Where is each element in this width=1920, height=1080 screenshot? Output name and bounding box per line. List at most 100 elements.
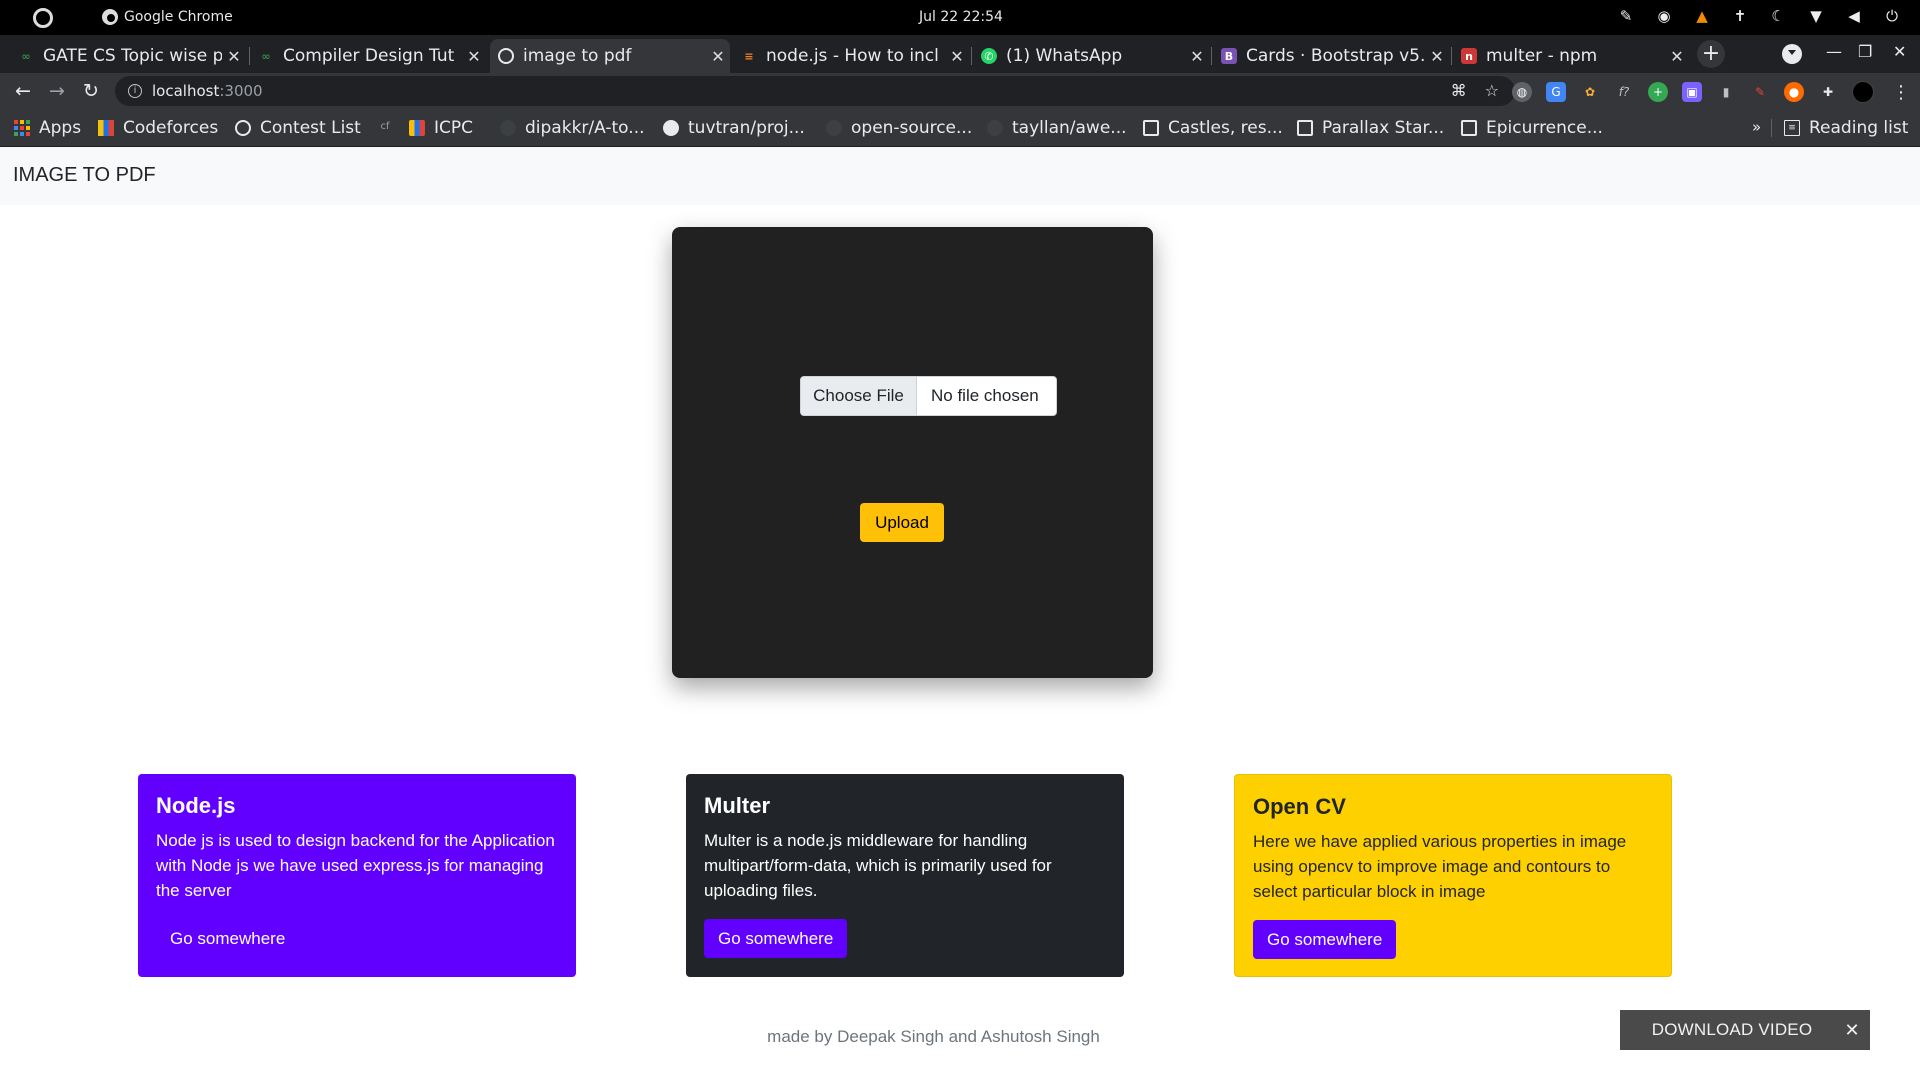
color-picker-extension-icon[interactable]: ✿: [1580, 82, 1600, 102]
translate-icon[interactable]: ⌘: [1451, 81, 1467, 100]
card-multer: Multer Multer is a node.js middleware fo…: [686, 774, 1124, 977]
bookmark-parallax[interactable]: Parallax Star...: [1297, 118, 1444, 138]
tab-search-button[interactable]: [1782, 44, 1802, 64]
stackoverflow-icon: ≡: [744, 49, 754, 63]
tab-bootstrap-cards[interactable]: B Cards · Bootstrap v5. ✕: [1213, 39, 1449, 73]
accessibility-icon[interactable]: ✝: [1730, 7, 1750, 25]
minimize-button[interactable]: —: [1826, 42, 1842, 61]
night-light-icon[interactable]: ☾: [1768, 7, 1788, 25]
notion-extension-icon[interactable]: ▣: [1682, 82, 1702, 102]
active-app-name: Google Chrome: [124, 9, 233, 25]
close-icon[interactable]: ✕: [1834, 1020, 1870, 1041]
github-icon: [826, 120, 842, 136]
new-tab-button[interactable]: +: [1697, 40, 1725, 68]
activities-icon[interactable]: [33, 8, 53, 28]
wifi-icon[interactable]: ▼: [1806, 7, 1826, 25]
bookmark-open-source[interactable]: open-source...: [826, 118, 972, 138]
cf-small-icon: cf: [380, 120, 390, 132]
volume-icon[interactable]: ◀: [1844, 7, 1864, 25]
go-somewhere-link[interactable]: Go somewhere: [156, 919, 299, 958]
download-video-button[interactable]: DOWNLOAD VIDEO: [1620, 1020, 1834, 1040]
stats-extension-icon[interactable]: ▮: [1716, 82, 1736, 102]
whatsapp-icon: ✆: [981, 48, 997, 64]
bookmark-contest-list[interactable]: Contest List: [235, 118, 361, 138]
formula-extension-icon[interactable]: f?: [1614, 82, 1634, 102]
power-icon[interactable]: ⏻: [1882, 7, 1902, 25]
add-extension-icon[interactable]: +: [1648, 82, 1668, 102]
fire-extension-icon[interactable]: ●: [1784, 82, 1804, 102]
vpn-extension-icon[interactable]: ◍: [1512, 82, 1532, 102]
os-top-bar: Google Chrome Jul 22 22:54 ✎ ◉ ▲ ✝ ☾ ▼ ◀…: [0, 0, 1920, 35]
close-icon[interactable]: ✕: [222, 47, 246, 66]
card-title: Node.js: [156, 793, 236, 818]
bookmark-epicurrence[interactable]: Epicurrence...: [1461, 118, 1603, 138]
upload-button[interactable]: Upload: [860, 503, 944, 542]
system-tray[interactable]: ✎ ◉ ▲ ✝ ☾ ▼ ◀ ⏻: [1616, 7, 1902, 25]
paperclip-icon[interactable]: ✎: [1616, 7, 1636, 25]
bookmarks-bar: Apps Codeforces Contest List cf ICPC dip…: [0, 109, 1920, 147]
close-icon[interactable]: ✕: [1425, 47, 1449, 66]
close-icon[interactable]: ✕: [945, 47, 969, 66]
reading-list-button[interactable]: ≡ Reading list: [1784, 118, 1908, 138]
bookmark-icpc[interactable]: ICPC: [409, 118, 473, 138]
icpc-icon: [409, 120, 425, 136]
address-bar[interactable]: i localhost :3000 ⌘ ☆: [115, 76, 1515, 106]
bookmarks-overflow-button[interactable]: »: [1752, 118, 1761, 136]
site-navbar: IMAGE TO PDF: [0, 147, 1920, 205]
card-text: Multer is a node.js middleware for handl…: [704, 831, 1052, 900]
system-clock[interactable]: Jul 22 22:54: [919, 9, 1003, 25]
pen-extension-icon[interactable]: ✎: [1750, 82, 1770, 102]
bookmark-tuvtran[interactable]: tuvtran/proj...: [663, 118, 805, 138]
tab-image-to-pdf[interactable]: image to pdf ✕: [490, 39, 730, 73]
globe-icon: [498, 48, 514, 64]
tab-multer-npm[interactable]: n multer - npm ✕: [1453, 39, 1689, 73]
extensions-puzzle-icon[interactable]: ✚: [1818, 82, 1838, 102]
apps-grid-icon: [14, 120, 30, 136]
card-title: Open CV: [1253, 794, 1346, 819]
chrome-menu-icon[interactable]: ⋮: [1892, 82, 1910, 103]
navbar-brand[interactable]: IMAGE TO PDF: [13, 164, 156, 187]
file-input[interactable]: Choose File No file chosen: [800, 376, 1057, 416]
window-close-button[interactable]: ✕: [1893, 42, 1906, 61]
screen-record-icon[interactable]: ◉: [1654, 7, 1674, 25]
close-icon[interactable]: ✕: [706, 47, 730, 66]
tab-gate-cs[interactable]: ∞ GATE CS Topic wise p ✕: [10, 39, 246, 73]
choose-file-button[interactable]: Choose File: [801, 377, 917, 415]
google-translate-extension-icon[interactable]: G: [1546, 82, 1566, 102]
back-button[interactable]: ←: [11, 79, 35, 103]
profile-avatar[interactable]: [1852, 81, 1874, 103]
gfg-icon: ∞: [21, 49, 31, 63]
upload-card: Choose File No file chosen Upload: [672, 227, 1153, 678]
forward-button[interactable]: →: [45, 79, 69, 103]
reload-button[interactable]: ↻: [79, 79, 103, 103]
tab-nodejs-stackoverflow[interactable]: ≡ node.js - How to incl ✕: [733, 39, 969, 73]
page-content: IMAGE TO PDF Choose File No file chosen …: [0, 147, 1920, 1080]
bookmark-star-icon[interactable]: ☆: [1485, 81, 1499, 100]
go-somewhere-button[interactable]: Go somewhere: [1253, 920, 1397, 959]
vlc-icon[interactable]: ▲: [1692, 7, 1712, 25]
restore-button[interactable]: ❐: [1858, 42, 1872, 61]
codeforces-icon: [98, 120, 114, 136]
bookmark-apps[interactable]: Apps: [14, 118, 81, 138]
close-icon[interactable]: ✕: [1185, 47, 1209, 66]
bookmark-cf-small[interactable]: cf: [377, 118, 402, 134]
bookmark-dipakkr[interactable]: dipakkr/A-to...: [500, 118, 645, 138]
tab-compiler-design[interactable]: ∞ Compiler Design Tut ✕: [250, 39, 486, 73]
site-info-icon[interactable]: i: [128, 84, 142, 98]
close-icon[interactable]: ✕: [462, 47, 486, 66]
reading-list-icon: ≡: [1784, 120, 1800, 136]
card-text: Node js is used to design backend for th…: [156, 831, 555, 900]
bookmark-tayllan[interactable]: tayllan/awe...: [987, 118, 1127, 138]
go-somewhere-button[interactable]: Go somewhere: [704, 919, 848, 958]
card-text: Here we have applied various properties …: [1253, 832, 1627, 901]
active-app-menu[interactable]: Google Chrome: [102, 9, 233, 25]
bookmark-castles[interactable]: Castles, res...: [1143, 118, 1283, 138]
tab-whatsapp[interactable]: ✆ (1) WhatsApp ✕: [973, 39, 1209, 73]
chrome-icon: [102, 9, 118, 25]
bookmark-codeforces[interactable]: Codeforces: [98, 118, 218, 138]
card-title: Multer: [704, 793, 770, 818]
github-icon: [663, 120, 679, 136]
browser-toolbar: ← → ↻ i localhost :3000 ⌘ ☆ ◍ G ✿ f? + ▣…: [0, 73, 1920, 109]
close-icon[interactable]: ✕: [1665, 47, 1689, 66]
card-opencv: Open CV Here we have applied various pro…: [1234, 774, 1672, 977]
